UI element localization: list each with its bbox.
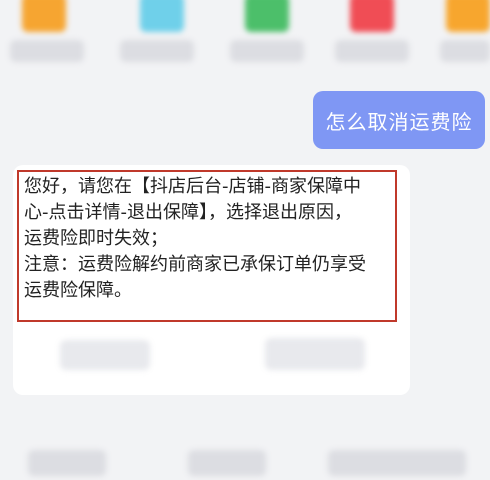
bot-message-text: 您好，请您在【抖店后台-店铺-商家保障中 心-点击详情-退出保障】，选择退出原因…	[24, 174, 394, 304]
user-message-bubble: 怎么取消运费险	[313, 91, 485, 149]
blurred-label-3	[230, 40, 304, 62]
blurred-chip-2[interactable]	[188, 450, 266, 476]
blurred-icon-tile-5	[446, 0, 490, 32]
blurred-option-1	[60, 340, 150, 370]
bot-message-line: 运费险保障。	[24, 280, 132, 301]
blurred-option-2	[265, 338, 365, 370]
blurred-label-4	[335, 40, 409, 62]
bot-message-line: 您好，请您在【抖店后台-店铺-商家保障中	[24, 176, 361, 197]
blurred-label-1	[10, 40, 84, 62]
blurred-label-5	[440, 40, 490, 62]
bot-message-line: 注意：运费险解约前商家已承保订单仍享受	[24, 254, 366, 275]
blurred-icon-tile-1	[22, 0, 66, 32]
blurred-icon-tile-4	[350, 0, 394, 32]
blurred-label-2	[120, 40, 194, 62]
blurred-icon-tile-3	[245, 0, 289, 32]
blurred-chip-3[interactable]	[328, 450, 466, 476]
user-message-text: 怎么取消运费险	[325, 109, 473, 134]
blurred-icon-tile-2	[140, 0, 184, 32]
bot-message-line: 运费险即时失效；	[24, 228, 168, 249]
blurred-chip-1[interactable]	[28, 450, 106, 476]
bot-message-line: 心-点击详情-退出保障】，选择退出原因，	[24, 202, 352, 223]
